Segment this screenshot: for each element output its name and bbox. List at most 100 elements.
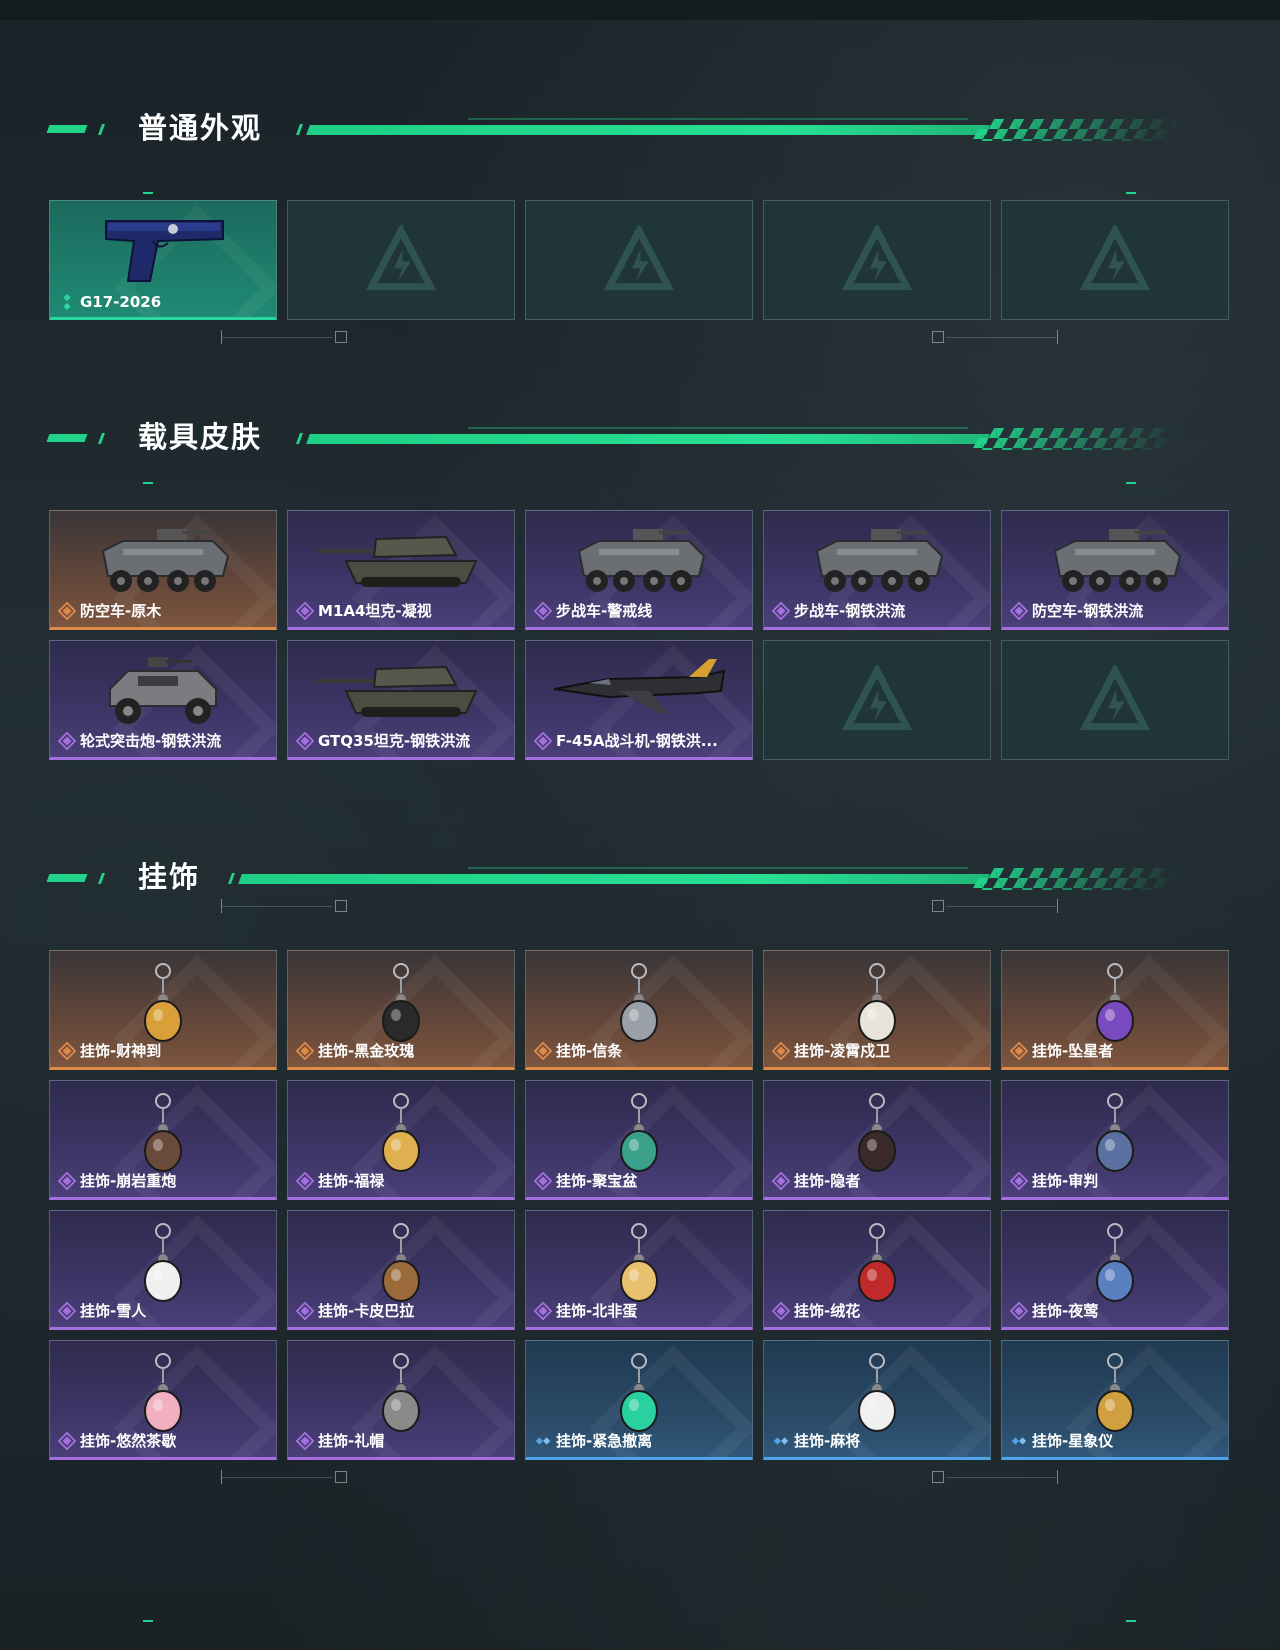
deco-square xyxy=(335,1471,347,1483)
item-name: G17-2026 xyxy=(80,293,162,311)
item-grid-normal: G17-2026 xyxy=(49,200,1229,320)
rarity-diamond-icon xyxy=(1010,1301,1028,1320)
header-tick xyxy=(97,124,106,135)
item-card[interactable]: 挂饰-悠然茶歇 xyxy=(49,1340,277,1460)
header-tick xyxy=(227,873,236,884)
item-name: 挂饰-悠然茶歇 xyxy=(80,1432,177,1450)
rarity-diamond-icon xyxy=(58,1301,76,1320)
item-card[interactable]: GTQ35坦克-钢铁洪流 xyxy=(287,640,515,760)
item-name: 挂饰-夜莺 xyxy=(1032,1302,1099,1320)
item-card[interactable]: 步战车-钢铁洪流 xyxy=(763,510,991,630)
header-tick xyxy=(295,124,304,135)
deco-line xyxy=(946,906,1056,907)
item-label: 步战车-警戒线 xyxy=(534,600,652,621)
placeholder-logo-icon xyxy=(842,225,912,291)
item-card[interactable]: 挂饰-凌霄戍卫 xyxy=(763,950,991,1070)
item-name: 挂饰-信条 xyxy=(556,1042,623,1060)
item-name: 挂饰-聚宝盆 xyxy=(556,1172,638,1190)
item-card[interactable]: F-45A战斗机-钢铁洪... xyxy=(525,640,753,760)
charm-pendant-icon xyxy=(382,1093,420,1172)
item-label: 挂饰-审判 xyxy=(1010,1170,1098,1191)
item-card[interactable]: 挂饰-坠星者 xyxy=(1001,950,1229,1070)
section-header-charm: 挂饰 xyxy=(46,857,1208,897)
deco-tick xyxy=(221,1470,222,1484)
empty-slot xyxy=(763,200,991,320)
item-name: 步战车-警戒线 xyxy=(556,602,653,620)
item-name: 防空车-钢铁洪流 xyxy=(1032,602,1144,620)
rarity-diamond-icon xyxy=(535,1436,551,1445)
charm-pendant-icon xyxy=(620,963,658,1042)
item-card[interactable]: 步战车-警戒线 xyxy=(525,510,753,630)
item-label: 挂饰-凌霄戍卫 xyxy=(772,1040,890,1061)
charm-pendant-icon xyxy=(620,1223,658,1302)
item-card[interactable]: 防空车-原木 xyxy=(49,510,277,630)
rarity-diamond-icon xyxy=(1011,1436,1027,1445)
item-card[interactable]: 挂饰-夜莺 xyxy=(1001,1210,1229,1330)
item-card[interactable]: 挂饰-福禄 xyxy=(287,1080,515,1200)
rarity-diamond-icon xyxy=(534,601,552,620)
rarity-diamond-icon xyxy=(1010,1171,1028,1190)
charm-pendant-icon xyxy=(858,1353,896,1432)
item-name: 挂饰-绒花 xyxy=(794,1302,861,1320)
header-bar xyxy=(238,874,990,884)
header-checker xyxy=(971,119,1185,141)
item-card[interactable]: 防空车-钢铁洪流 xyxy=(1001,510,1229,630)
item-label: 挂饰-北非蛋 xyxy=(534,1300,637,1321)
item-card[interactable]: 挂饰-聚宝盆 xyxy=(525,1080,753,1200)
item-label: 挂饰-悠然茶歇 xyxy=(58,1430,176,1451)
rarity-diamond-icon xyxy=(296,1041,314,1060)
item-card[interactable]: 挂饰-隐者 xyxy=(763,1080,991,1200)
item-name: 防空车-原木 xyxy=(80,602,162,620)
charm-pendant-icon xyxy=(144,1223,182,1302)
item-card[interactable]: 轮式突击炮-钢铁洪流 xyxy=(49,640,277,760)
item-card[interactable]: 挂饰-星象仪 xyxy=(1001,1340,1229,1460)
item-card[interactable]: 挂饰-崩岩重炮 xyxy=(49,1080,277,1200)
deco-mint xyxy=(1126,1620,1136,1622)
top-bar xyxy=(0,0,1280,20)
armored-vehicle-icon xyxy=(1053,529,1182,592)
deco-tick xyxy=(1057,899,1058,913)
item-name: 轮式突击炮-钢铁洪流 xyxy=(80,732,222,750)
item-card[interactable]: 挂饰-财神到 xyxy=(49,950,277,1070)
deco-line xyxy=(222,337,332,338)
item-label: 挂饰-紧急撤离 xyxy=(534,1430,652,1451)
charm-pendant-icon xyxy=(144,1353,182,1432)
item-card[interactable]: 挂饰-礼帽 xyxy=(287,1340,515,1460)
item-label: 挂饰-礼帽 xyxy=(296,1430,384,1451)
item-label: 挂饰-雪人 xyxy=(58,1300,146,1321)
item-name: F-45A战斗机-钢铁洪... xyxy=(556,732,718,750)
header-dash xyxy=(46,434,88,442)
rarity-diamond-icon xyxy=(772,1301,790,1320)
rarity-diamond-icon xyxy=(534,1301,552,1320)
item-card[interactable]: M1A4坦克-凝视 xyxy=(287,510,515,630)
header-thin-line xyxy=(468,867,968,869)
charm-pendant-icon xyxy=(382,1353,420,1432)
header-thin-line xyxy=(468,427,968,429)
deco-tick xyxy=(221,330,222,344)
item-card[interactable]: 挂饰-黑金玫瑰 xyxy=(287,950,515,1070)
deco-line xyxy=(222,906,332,907)
item-card[interactable]: 挂饰-信条 xyxy=(525,950,753,1070)
item-card[interactable]: 挂饰-审判 xyxy=(1001,1080,1229,1200)
item-name: M1A4坦克-凝视 xyxy=(318,602,432,620)
item-name: 挂饰-隐者 xyxy=(794,1172,861,1190)
rarity-diamond-icon xyxy=(772,1171,790,1190)
item-card[interactable]: 挂饰-雪人 xyxy=(49,1210,277,1330)
rarity-diamond-icon xyxy=(772,1041,790,1060)
item-label: 挂饰-夜莺 xyxy=(1010,1300,1098,1321)
empty-slot xyxy=(763,640,991,760)
item-card[interactable]: 挂饰-紧急撤离 xyxy=(525,1340,753,1460)
section-title: 普通外观 xyxy=(138,111,263,145)
item-name: 挂饰-财神到 xyxy=(80,1042,162,1060)
header-thin-line xyxy=(468,118,968,120)
item-name: 挂饰-北非蛋 xyxy=(556,1302,638,1320)
item-card[interactable]: 挂饰-麻将 xyxy=(763,1340,991,1460)
item-label: 挂饰-崩岩重炮 xyxy=(58,1170,176,1191)
item-label: 挂饰-绒花 xyxy=(772,1300,860,1321)
item-card[interactable]: 挂饰-绒花 xyxy=(763,1210,991,1330)
item-card[interactable]: 挂饰-北非蛋 xyxy=(525,1210,753,1330)
item-card[interactable]: 挂饰-卡皮巴拉 xyxy=(287,1210,515,1330)
item-card[interactable]: G17-2026 xyxy=(49,200,277,320)
rarity-diamond-icon xyxy=(58,731,76,750)
placeholder-logo-icon xyxy=(842,665,912,731)
